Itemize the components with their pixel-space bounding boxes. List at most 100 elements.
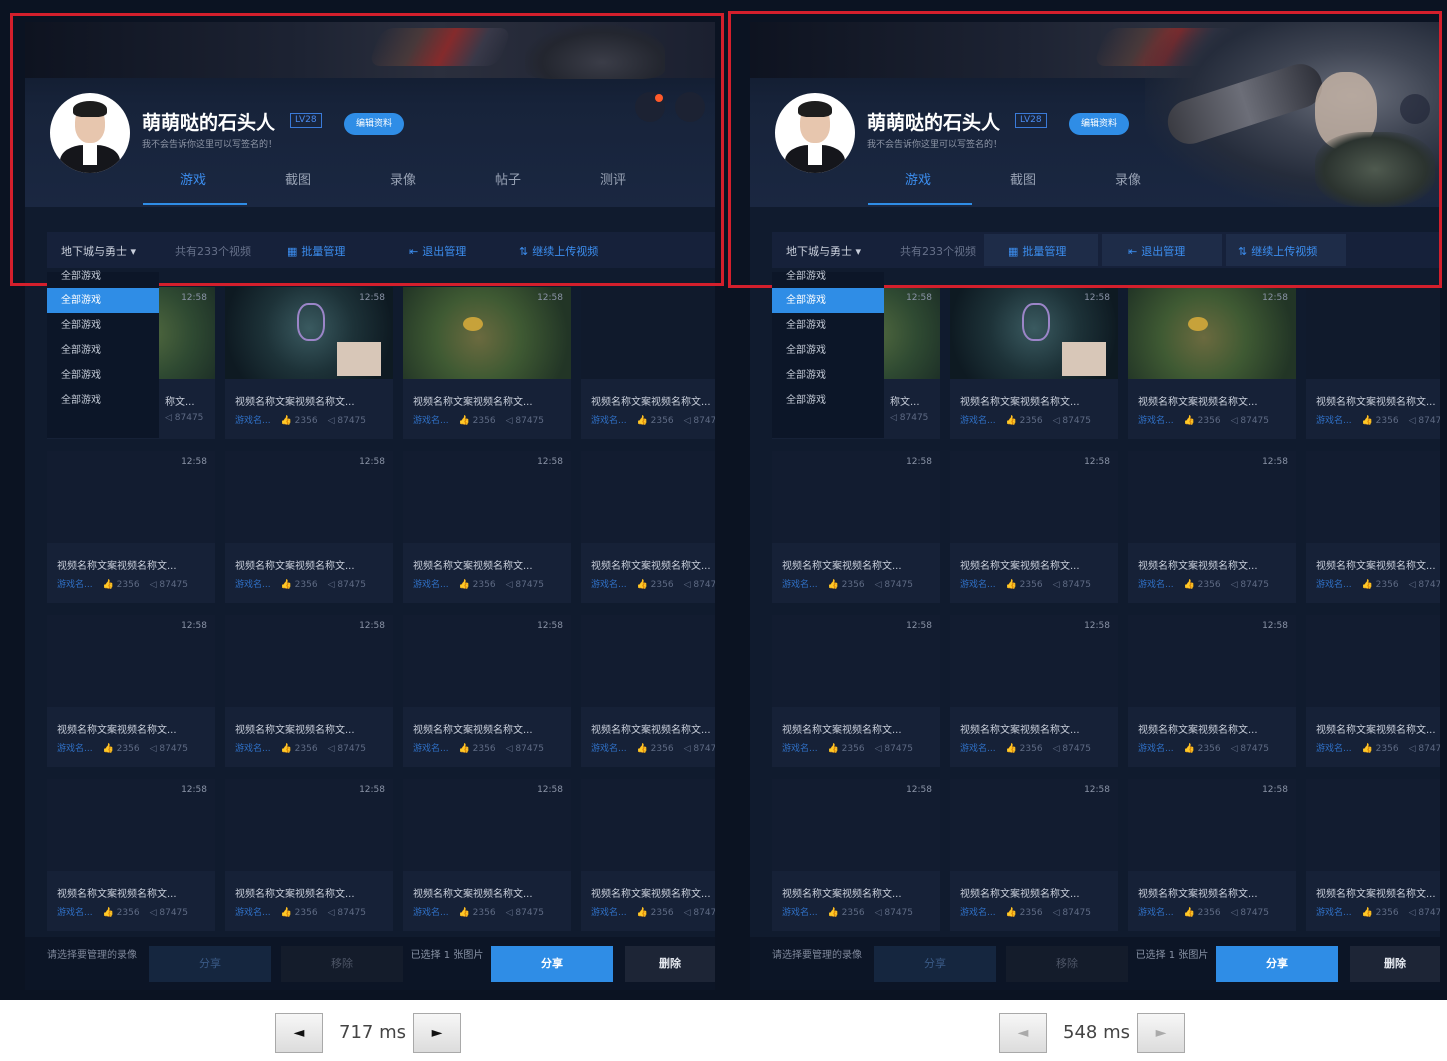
video-card[interactable]: 12:58视频名称文案视频名称文...游戏名...👍 2356◁ 87475 [403, 451, 571, 603]
continue-upload-button[interactable]: ⇅ 继续上传视频 [1238, 243, 1317, 259]
video-card[interactable]: 12:58视频名称文案视频名称文...游戏名...👍 2356◁ 87475 [1306, 451, 1440, 603]
dropdown-item[interactable]: 全部游戏 [47, 388, 159, 413]
video-title: 视频名称文案视频名称文... [1138, 889, 1258, 900]
video-card[interactable]: 12:58视频名称文案视频名称文...游戏名...👍 2356◁ 87475 [950, 615, 1118, 767]
settings-icon[interactable] [675, 92, 705, 122]
exit-manage-label: 退出管理 [1141, 245, 1186, 258]
edit-profile-button[interactable]: 编辑资料 [344, 113, 404, 135]
dropdown-item[interactable]: 全部游戏 [772, 338, 884, 363]
dropdown-item[interactable]: 全部游戏 [772, 388, 884, 413]
game-filter-dropdown: 全部游戏 全部游戏 全部游戏 全部游戏 全部游戏 全部游戏 [772, 272, 884, 438]
like-count: 👍 2356 [636, 908, 674, 918]
avatar[interactable] [50, 93, 130, 173]
video-card[interactable]: 12:58视频名称文案视频名称文...游戏名...👍 2356◁ 87475 [772, 615, 940, 767]
video-card[interactable]: 12:58视频名称文案视频名称文...游戏名...👍 2356◁ 87475 [1306, 779, 1440, 931]
dropdown-item-selected[interactable]: 全部游戏 [47, 288, 159, 313]
exit-manage-button[interactable]: ⇤ 退出管理 [1128, 243, 1185, 259]
video-card[interactable]: 12:58视频名称文案视频名称文...游戏名...👍 2356◁ 87475 [225, 779, 393, 931]
edit-profile-button[interactable]: 编辑资料 [1069, 113, 1129, 135]
avatar-hair [73, 101, 107, 117]
video-meta: 游戏名... 👍 2356 ◁ 87475 [235, 741, 393, 754]
video-meta: 游戏名... 👍 2356 ◁ 87475 [782, 577, 940, 590]
exit-icon: ⇤ [1128, 245, 1138, 258]
video-card[interactable]: 12:58视频名称文案视频名称文...游戏名...👍 2356◁ 87475 [1306, 615, 1440, 767]
next-arrow-icon[interactable]: ► [413, 1013, 461, 1053]
video-duration: 12:58 [359, 621, 385, 631]
video-card[interactable]: 12:58视频名称文案视频名称文...游戏名...👍 2356◁ 87475 [403, 779, 571, 931]
video-card[interactable]: 视频名称文案视频名称文... 游戏名... 👍 2356 ◁ 87475 [1306, 287, 1440, 439]
game-filter-select[interactable]: 地下城与勇士 ▾ [61, 243, 136, 259]
video-card[interactable]: 12:58视频名称文案视频名称文...游戏名...👍 2356◁ 87475 [225, 451, 393, 603]
manage-footer: 请选择要管理的录像 分享 移除 已选择 1 张图片 分享 删除 [750, 937, 1440, 990]
tab-games[interactable]: 游戏 [143, 172, 243, 190]
video-duration: 12:58 [1262, 621, 1288, 631]
exit-manage-button[interactable]: ⇤ 退出管理 [409, 243, 466, 259]
video-card[interactable]: 12:58视频名称文案视频名称文...游戏名...👍 2356◁ 87475 [1128, 451, 1296, 603]
dropdown-item[interactable]: 全部游戏 [47, 272, 159, 288]
share-button-disabled: 分享 [149, 946, 271, 982]
share-button[interactable]: 分享 [1216, 946, 1338, 982]
tab-recordings[interactable]: 录像 [1078, 172, 1178, 190]
dropdown-item[interactable]: 全部游戏 [47, 313, 159, 338]
video-title: 视频名称文案视频名称文... [1138, 561, 1258, 572]
video-meta: 游戏名... 👍 2356 ◁ 87475 [591, 577, 715, 590]
view-count: ◁ 87475 [1230, 908, 1269, 918]
dropdown-item[interactable]: 全部游戏 [772, 313, 884, 338]
tab-posts[interactable]: 帖子 [458, 172, 558, 190]
video-card[interactable]: 12:58视频名称文案视频名称文...游戏名...👍 2356◁ 87475 [403, 615, 571, 767]
video-card[interactable]: 视频名称文案视频名称文... 游戏名... 👍 2356 ◁ 87475 [581, 287, 715, 439]
tab-reviews[interactable]: 测评 [563, 172, 663, 190]
video-card[interactable]: 12:58 视频名称文案视频名称文... 游戏名... 👍 2356 ◁ 87475 [950, 287, 1118, 439]
video-title: 视频名称文案视频名称文... [591, 889, 711, 900]
next-arrow-icon[interactable]: ► [1137, 1013, 1185, 1053]
video-card[interactable]: 12:58视频名称文案视频名称文...游戏名...👍 2356◁ 87475 [47, 615, 215, 767]
video-card[interactable]: 12:58视频名称文案视频名称文...游戏名...👍 2356◁ 87475 [772, 451, 940, 603]
game-category: 游戏名... [960, 580, 996, 590]
dropdown-item[interactable]: 全部游戏 [47, 338, 159, 363]
video-card[interactable]: 12:58视频名称文案视频名称文...游戏名...👍 2356◁ 87475 [47, 451, 215, 603]
prev-arrow-icon[interactable]: ◄ [999, 1013, 1047, 1053]
delete-button[interactable]: 删除 [625, 946, 715, 982]
manage-hint: 请选择要管理的录像 [47, 950, 137, 961]
batch-manage-button[interactable]: ▦ 批量管理 [287, 243, 345, 259]
tab-screenshots[interactable]: 截图 [973, 172, 1073, 190]
game-category: 游戏名... [1138, 744, 1174, 754]
dropdown-item[interactable]: 全部游戏 [772, 272, 884, 288]
video-card[interactable]: 12:58视频名称文案视频名称文...游戏名...👍 2356◁ 87475 [225, 615, 393, 767]
video-card[interactable]: 12:58视频名称文案视频名称文...游戏名...👍 2356◁ 87475 [581, 779, 715, 931]
avatar-hair [798, 101, 832, 117]
video-duration: 12:58 [1084, 457, 1110, 467]
tab-games[interactable]: 游戏 [868, 172, 968, 190]
video-card[interactable]: 12:58视频名称文案视频名称文...游戏名...👍 2356◁ 87475 [1128, 779, 1296, 931]
dropdown-item[interactable]: 全部游戏 [772, 363, 884, 388]
avatar[interactable] [775, 93, 855, 173]
batch-manage-button[interactable]: ▦ 批量管理 [1008, 243, 1066, 259]
game-filter-select[interactable]: 地下城与勇士 ▾ [786, 243, 861, 259]
continue-upload-button[interactable]: ⇅ 继续上传视频 [519, 243, 598, 259]
video-card[interactable]: 12:58 视频名称文案视频名称文... 游戏名... 👍 2356 ◁ 87475 [1128, 287, 1296, 439]
video-card[interactable]: 12:58视频名称文案视频名称文...游戏名...👍 2356◁ 87475 [581, 451, 715, 603]
share-button[interactable]: 分享 [491, 946, 613, 982]
video-card[interactable]: 12:58视频名称文案视频名称文...游戏名...👍 2356◁ 87475 [772, 779, 940, 931]
video-card[interactable]: 12:58视频名称文案视频名称文...游戏名...👍 2356◁ 87475 [1128, 615, 1296, 767]
video-card[interactable]: 12:58视频名称文案视频名称文...游戏名...👍 2356◁ 87475 [950, 779, 1118, 931]
level-badge: LV28 [290, 113, 322, 128]
view-count: ◁ 87475 [1052, 416, 1091, 426]
video-card[interactable]: 12:58视频名称文案视频名称文...游戏名...👍 2356◁ 87475 [581, 615, 715, 767]
video-meta: 游戏名... 👍 2356 ◁ 87475 [1316, 413, 1440, 426]
tab-screenshots[interactable]: 截图 [248, 172, 348, 190]
dropdown-item[interactable]: 全部游戏 [47, 363, 159, 388]
prev-arrow-icon[interactable]: ◄ [275, 1013, 323, 1053]
tab-recordings[interactable]: 录像 [353, 172, 453, 190]
dropdown-item-selected[interactable]: 全部游戏 [772, 288, 884, 313]
video-card[interactable]: 12:58视频名称文案视频名称文...游戏名...👍 2356◁ 87475 [47, 779, 215, 931]
video-card[interactable]: 12:58 视频名称文案视频名称文... 游戏名... 👍 2356 ◁ 87475 [403, 287, 571, 439]
video-card[interactable]: 12:58 视频名称文案视频名称文... 游戏名... 👍 2356 ◁ 87475 [225, 287, 393, 439]
message-icon[interactable] [635, 92, 665, 122]
timing-value: 548 ms [1063, 1022, 1130, 1043]
settings-icon[interactable] [1400, 94, 1430, 124]
delete-button[interactable]: 删除 [1350, 946, 1440, 982]
video-card[interactable]: 12:58视频名称文案视频名称文...游戏名...👍 2356◁ 87475 [950, 451, 1118, 603]
video-title: 视频名称文案视频名称文... [960, 725, 1080, 736]
like-count: 👍 2356 [458, 416, 496, 426]
